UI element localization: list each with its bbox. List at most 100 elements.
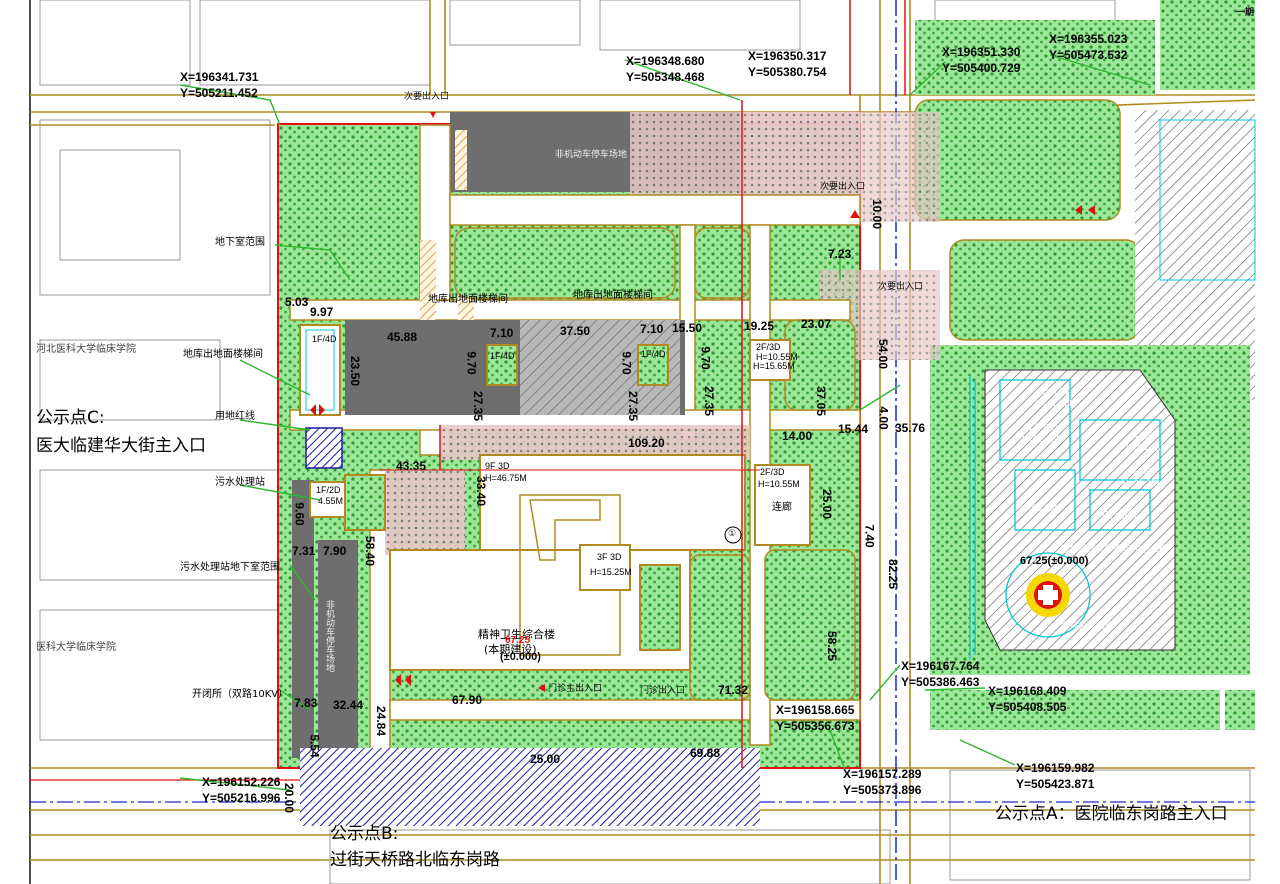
right-elevation: 67.25(±0.000) — [1020, 555, 1089, 567]
dimension-label: 54.00 — [876, 338, 891, 370]
dimension-label: 35.76 — [895, 421, 926, 435]
coord-3-x: X=196350.317 — [748, 49, 827, 63]
main-building-height: H=46.75M — [485, 473, 527, 483]
notice-point-b-title: 公示点B: — [330, 824, 399, 844]
notice-point-a: 公示点A：医院临东岗路主入口 — [995, 804, 1228, 824]
right-building-height: H=52.65M — [1022, 434, 1064, 444]
coord-10-y: Y=505408.505 — [988, 700, 1067, 714]
dimension-label: 43.35 — [396, 459, 427, 473]
underground-stair-label: 地库出地面楼梯间 — [573, 290, 653, 301]
dimension-label: 24.84 — [374, 705, 389, 737]
dimension-label: 5.54 — [307, 734, 322, 758]
dimension-label: 15.44 — [838, 422, 869, 436]
road-name-char: 东 — [560, 813, 570, 823]
dimension-label: 9.70 — [619, 351, 634, 375]
building-height: 4.55M — [318, 496, 344, 506]
underground-stair-label: 地库出地面楼梯间 — [183, 349, 263, 360]
main-entry-label: 门诊主出入口 — [548, 683, 603, 693]
driveway-band-west — [385, 470, 465, 555]
dimension-label: 58.25 — [825, 630, 840, 662]
switch-room-label: 开闭所（双路10KV） — [192, 689, 289, 700]
coord-5-y: Y=505473.532 — [1049, 48, 1128, 62]
coord-4-y: Y=505400.729 — [942, 61, 1021, 75]
dimension-label: 10.00 — [870, 198, 885, 230]
dimension-label: 9.60 — [292, 502, 307, 526]
outpatient-entry-label: 门诊出入口 — [640, 685, 686, 695]
dimension-label: 7.10 — [490, 326, 514, 340]
building-floors: 3F 3D — [597, 552, 622, 562]
building-floors: 1F/4D — [641, 349, 666, 359]
building-number: ① — [728, 528, 737, 538]
main-building-elevation: 67.25 — [505, 635, 531, 646]
coord-6-y: Y=505216.996 — [202, 791, 281, 805]
north-parking-label: 非机动车停车场地 — [555, 149, 628, 159]
notice-point-b-desc: 过街天桥路北临东岗路 — [330, 850, 500, 870]
dimension-label: 23.07 — [801, 317, 832, 331]
notice-point-c-title: 公示点C: — [36, 408, 105, 428]
right-building-floors: 5F/3D — [1128, 466, 1153, 476]
dimension-label: 27.35 — [626, 390, 641, 422]
neighbor-hospital-label: 医科大学临床学院 — [36, 642, 116, 653]
coord-4-x: X=196351.330 — [942, 45, 1021, 59]
dimension-label: 58.40 — [363, 535, 378, 567]
dimension-label: 4.00 — [876, 406, 891, 430]
building-height: H=10.55M — [758, 479, 800, 489]
right-building-height: H=41.25M — [1035, 398, 1077, 408]
coord-2-x: X=196348.680 — [626, 54, 705, 68]
top-right-legend: 一期 — [1236, 7, 1255, 17]
dimension-label: 37.50 — [560, 324, 591, 338]
coord-3-y: Y=505380.754 — [748, 65, 827, 79]
dimension-label: 27.35 — [471, 390, 486, 422]
coord-11-y: Y=505356.673 — [776, 719, 855, 733]
west-parking — [318, 540, 358, 758]
dimension-label: 23.50 — [348, 355, 363, 387]
right-building-floors: 12F/3D — [1028, 422, 1058, 432]
building-floors: 1F/4D — [312, 334, 337, 344]
coord-6-x: X=196152.226 — [202, 775, 281, 789]
dimension-label: 27.35 — [702, 385, 717, 417]
dimension-label: 69.88 — [690, 746, 721, 760]
dimension-label: 82.25 — [886, 558, 901, 590]
secondary-entrance-label: 次要出入口 — [820, 181, 866, 191]
coord-10-x: X=196168.409 — [988, 684, 1067, 698]
dimension-label: 67.90 — [452, 693, 483, 707]
orange-hatch-strip — [455, 130, 467, 190]
dimension-label: 9.70 — [464, 351, 479, 375]
helipad-label: 直升机停机坪 — [1060, 621, 1115, 631]
dimension-label: 7.10 — [640, 322, 664, 336]
coord-7-x: X=196157.289 — [843, 767, 922, 781]
corridor-label: 连廊 — [772, 502, 792, 513]
coord-1-y: Y=505211.452 — [180, 86, 258, 100]
coord-11-x: X=196158.665 — [776, 703, 855, 717]
dimension-label: 71.32 — [718, 683, 749, 697]
right-building-floors: 8F/3D — [1130, 431, 1155, 441]
coord-7-y: Y=505373.896 — [843, 783, 922, 797]
dimension-label: 7.83 — [294, 696, 318, 710]
coord-9-x: X=196167.764 — [901, 659, 980, 673]
dimension-label: 32.44 — [333, 698, 364, 712]
main-building-floors: 9F 3D — [485, 461, 510, 471]
dimension-label: 14.00 — [782, 429, 813, 443]
dimension-label: 45.88 — [387, 330, 418, 344]
dimension-label: 37.05 — [814, 385, 829, 417]
dimension-label: 7.90 — [323, 544, 347, 558]
sewage-label: 污水处理站 — [215, 477, 265, 488]
building-height: H=10.55M — [756, 352, 798, 362]
building-floors: 2F/3D — [760, 467, 785, 477]
notice-point-c-desc: 医大临建华大街主入口 — [36, 436, 206, 456]
right-building-height: H=20.25M — [1122, 478, 1164, 488]
coord-8-x: X=196159.982 — [1016, 761, 1095, 775]
dimension-label: 7.23 — [828, 247, 852, 261]
dimension-label: 25.00 — [530, 752, 561, 766]
underground-stair-label: 地库出地面楼梯间 — [428, 294, 508, 305]
coord-5-x: X=196355.023 — [1049, 32, 1128, 46]
dimension-label: 5.03 — [285, 295, 309, 309]
secondary-entrance-label: 次要出入口 — [404, 91, 450, 101]
dimension-label: 9.70 — [698, 346, 713, 370]
underground-range-label: 地下室范围 — [215, 237, 265, 248]
dimension-label: 25.00 — [820, 488, 835, 520]
neighbor-hospital-label: 河北医科大学临床学院 — [36, 344, 136, 355]
coord-2-y: Y=505348.468 — [626, 70, 705, 84]
building-height: H=15.25M — [590, 567, 632, 577]
right-building-height: H=24.15M — [1126, 443, 1168, 453]
